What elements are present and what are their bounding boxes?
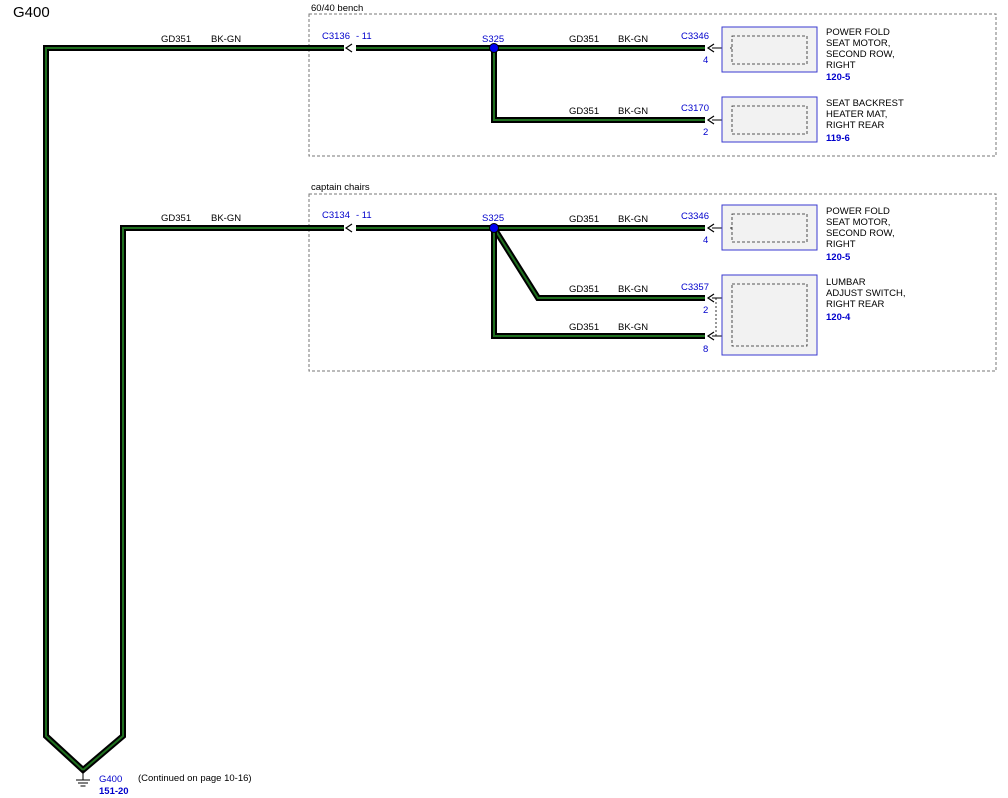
wiring-diagram: G400 60/40 bench GD351 BK-GN C3136 - 11 …	[13, 3, 997, 797]
group-bench-label: 60/40 bench	[311, 3, 363, 14]
connector-chevron-icon	[344, 43, 353, 53]
ground-label: G400	[99, 774, 122, 785]
captain-b2-component	[721, 274, 818, 356]
captain-b1-name-line3: SECOND ROW,	[826, 228, 895, 239]
captain-b2-name-line3: RIGHT REAR	[826, 299, 885, 310]
captain-wires	[356, 225, 705, 339]
captain-b1-ref[interactable]: 120-5	[826, 252, 851, 263]
captain-b1-name-line1: POWER FOLD	[826, 206, 890, 217]
captain-b1-pin: 4	[703, 235, 708, 246]
bench-b1-connector: C3346	[681, 31, 709, 42]
captain-b1-connector: C3346	[681, 211, 709, 222]
captain-b2-name-line1: LUMBAR	[826, 277, 866, 288]
bench-feed-color: BK-GN	[211, 34, 241, 45]
captain-feed-color: BK-GN	[211, 213, 241, 224]
captain-splice-label: S325	[482, 213, 504, 224]
captain-b2-circuit: GD351	[569, 284, 599, 295]
group-captain-box	[308, 193, 997, 372]
ground-continued-note: (Continued on page 10-16)	[138, 773, 252, 784]
captain-b3-pin: 8	[703, 344, 708, 355]
group-bench: 60/40 bench GD351 BK-GN C3136 - 11 S325 …	[161, 3, 997, 157]
ground-ref[interactable]: 151-20	[99, 786, 129, 797]
captain-b1-circuit: GD351	[569, 214, 599, 225]
bench-b1-pin: 4	[703, 55, 708, 66]
bench-b2-name-line2: HEATER MAT,	[826, 109, 887, 120]
connector-chevron-icon	[344, 223, 353, 233]
captain-inline-connector: C3134	[322, 210, 350, 221]
bench-b2-color: BK-GN	[618, 106, 648, 117]
captain-b1-component	[721, 204, 818, 251]
bench-b1-ref[interactable]: 120-5	[826, 72, 851, 83]
captain-b2-pin: 2	[703, 305, 708, 316]
splice-dot-icon	[489, 223, 499, 233]
bench-wires	[356, 45, 705, 123]
bench-b2-circuit: GD351	[569, 106, 599, 117]
group-bench-box	[308, 13, 997, 157]
bench-b1-color: BK-GN	[618, 34, 648, 45]
bench-b1-component	[721, 26, 818, 73]
bench-b1-name-line3: SECOND ROW,	[826, 49, 895, 60]
splice-dot-icon	[489, 43, 499, 53]
captain-b2-name-line2: ADJUST SWITCH,	[826, 288, 906, 299]
bench-b1-circuit: GD351	[569, 34, 599, 45]
bench-b2-pin: 2	[703, 127, 708, 138]
captain-feed-circuit: GD351	[161, 213, 191, 224]
bench-b2-connector: C3170	[681, 103, 709, 114]
captain-inline-pin: - 11	[356, 210, 372, 221]
captain-b3-circuit: GD351	[569, 322, 599, 333]
bench-b1-name-line1: POWER FOLD	[826, 27, 890, 38]
captain-b2-connector: C3357	[681, 282, 709, 293]
diagram-title: G400	[13, 4, 50, 21]
ground-feed-wires	[43, 45, 344, 775]
ground-symbol-icon	[76, 770, 90, 787]
bench-b2-component	[721, 96, 818, 143]
bench-inline-connector: C3136	[322, 31, 350, 42]
bench-b1-name-line4: RIGHT	[826, 60, 856, 71]
captain-b2-ref[interactable]: 120-4	[826, 312, 851, 323]
bench-b2-ref[interactable]: 119-6	[826, 133, 850, 144]
captain-b3-color: BK-GN	[618, 322, 648, 333]
captain-b1-name-line4: RIGHT	[826, 239, 856, 250]
captain-b2-color: BK-GN	[618, 284, 648, 295]
captain-b1-name-line2: SEAT MOTOR,	[826, 217, 890, 228]
bench-b2-name-line3: RIGHT REAR	[826, 120, 885, 131]
bench-b2-name-line1: SEAT BACKREST	[826, 98, 904, 109]
bench-b1-name-line2: SEAT MOTOR,	[826, 38, 890, 49]
group-captain: captain chairs GD351 BK-GN C3134 - 11 S3…	[161, 182, 997, 372]
group-captain-label: captain chairs	[311, 182, 370, 193]
bench-feed-circuit: GD351	[161, 34, 191, 45]
captain-b1-color: BK-GN	[618, 214, 648, 225]
bench-inline-pin: - 11	[356, 31, 372, 42]
